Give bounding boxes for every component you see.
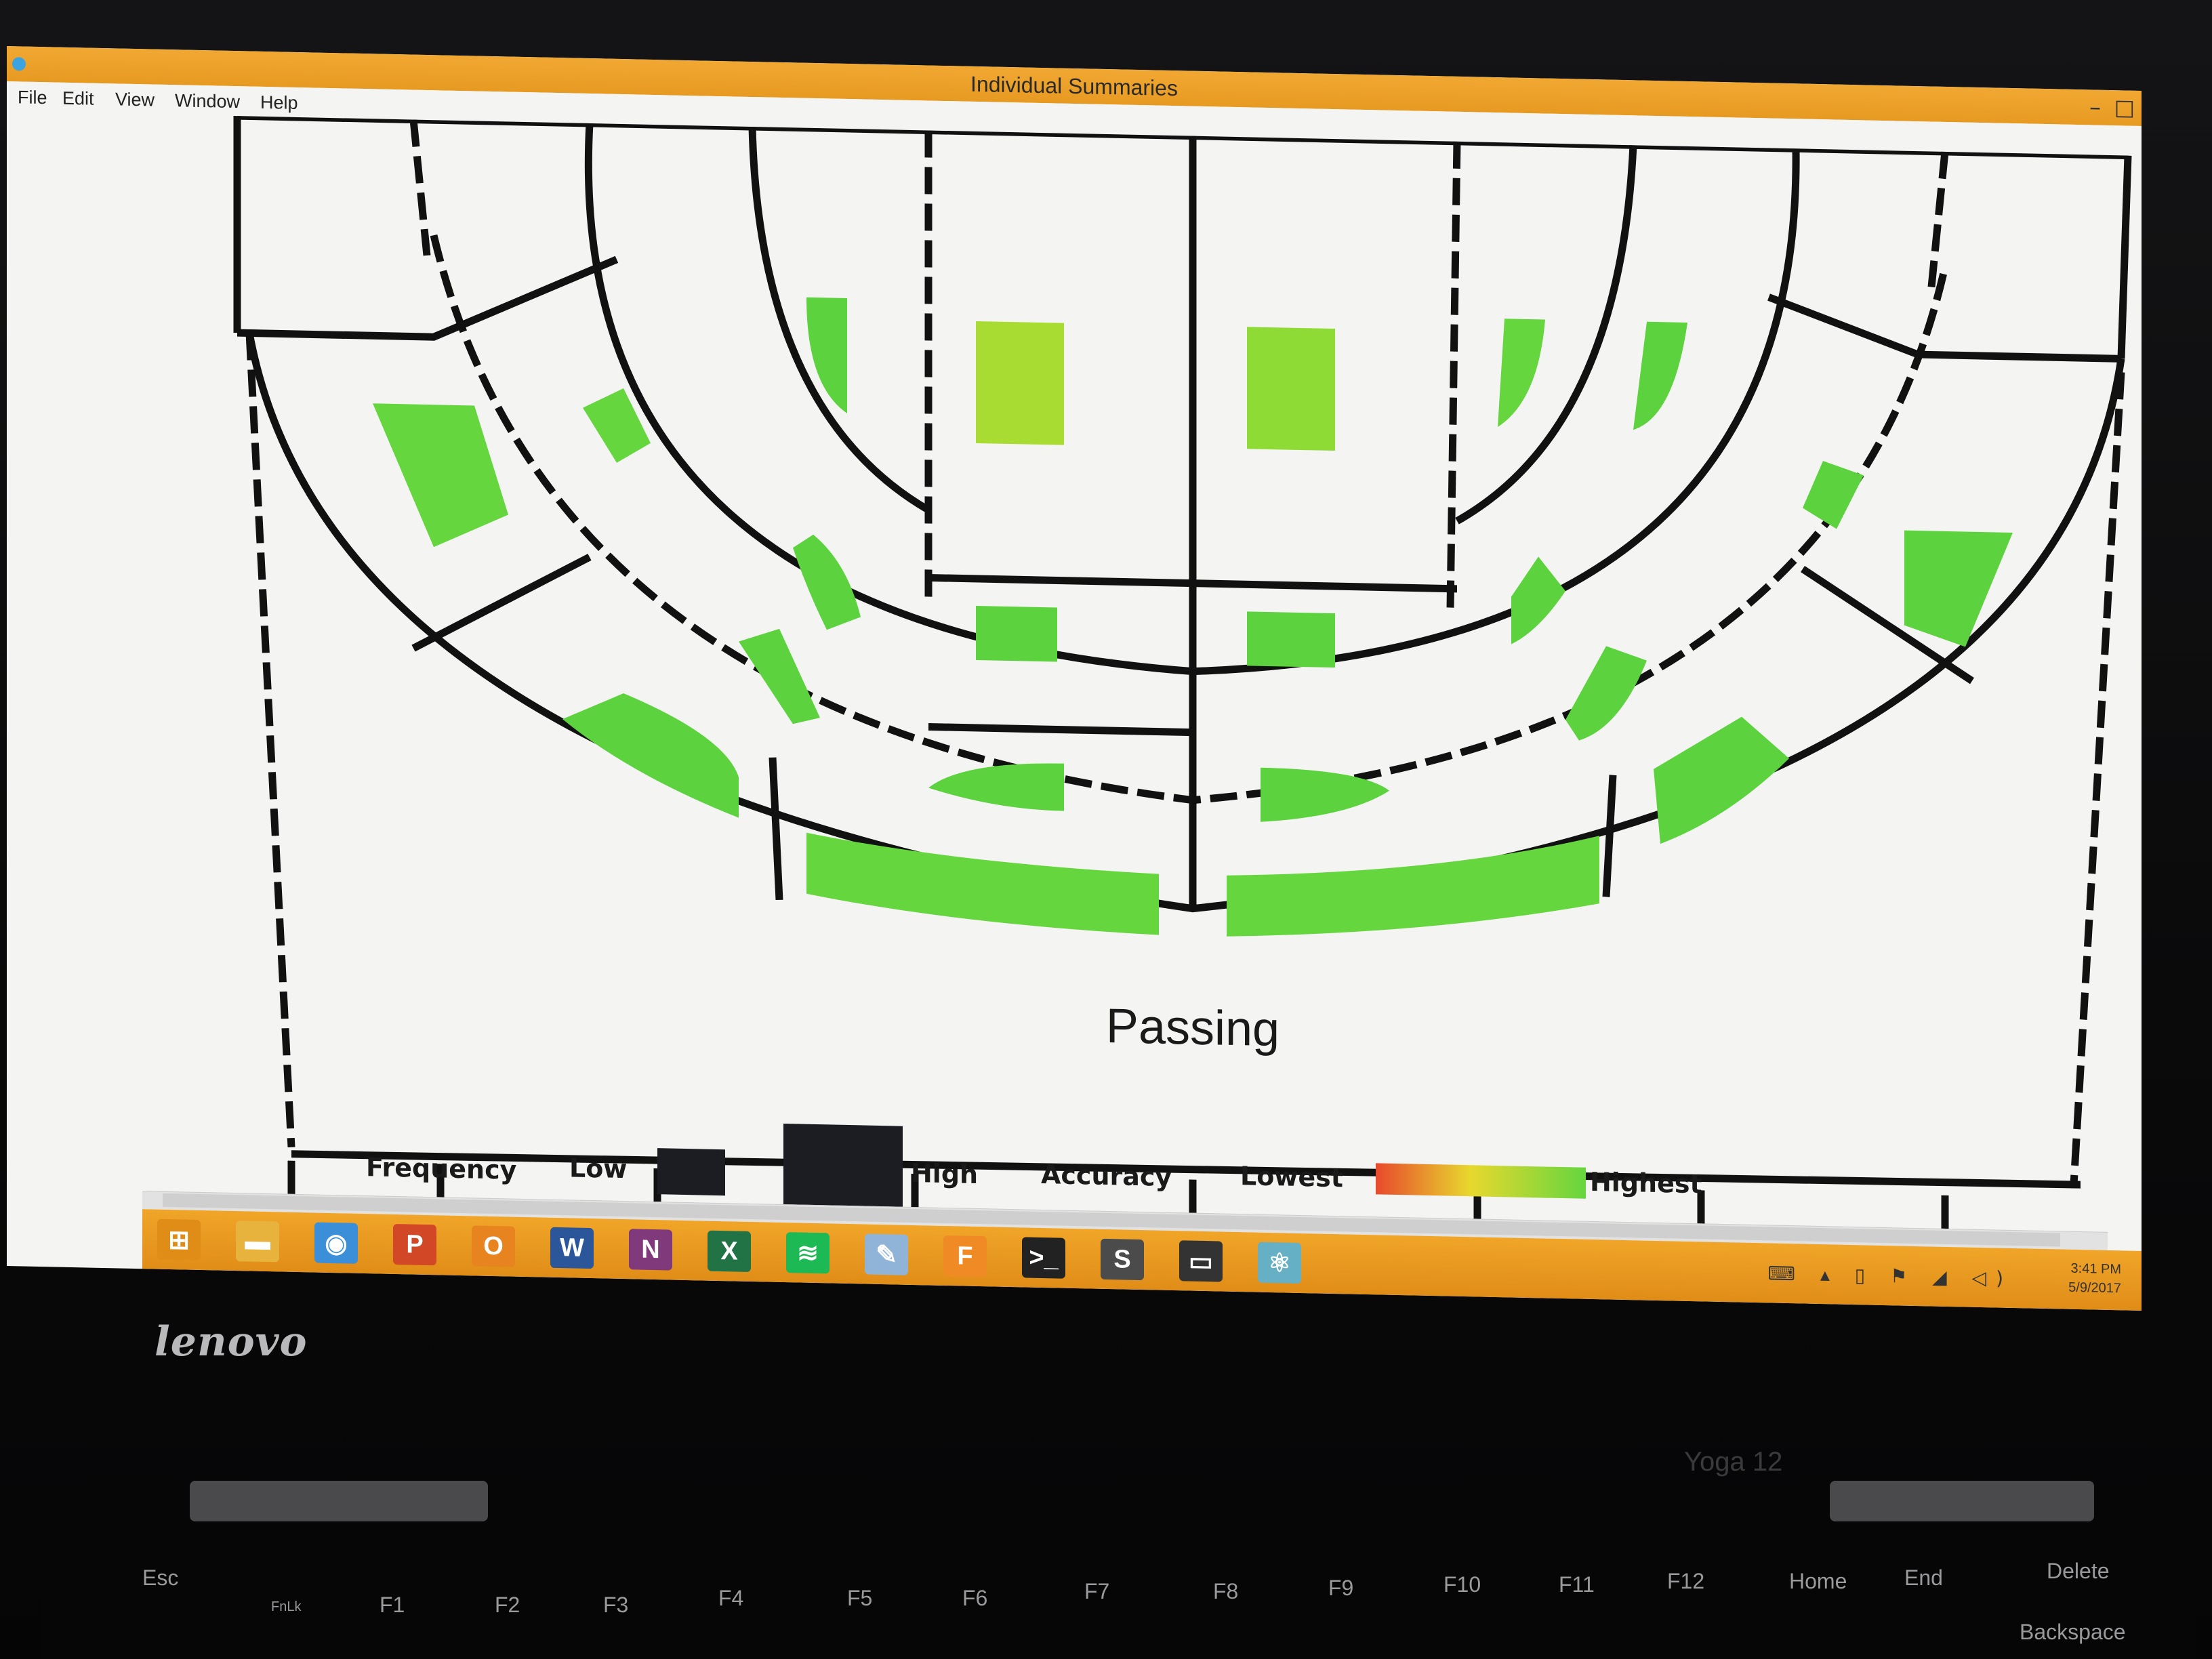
low-left-line (928, 722, 1193, 737)
legend-low-label: Low (569, 1153, 627, 1184)
zone-right-mid-arc (1565, 646, 1647, 741)
zone-center-right-mid (1247, 611, 1335, 668)
right-upper-diag (1767, 293, 2121, 363)
powerpoint-icon[interactable]: P (393, 1223, 436, 1266)
menu-window[interactable]: Window (175, 90, 240, 112)
chrome-icon[interactable]: ◉ (314, 1222, 358, 1264)
keyboard: Esc FnLk F1 F2 F3 F4 F5 F6 F7 F8 F9 F10 F11 F12 Home En… (41, 1538, 2196, 1659)
key-f12[interactable]: F12 (1667, 1569, 1704, 1594)
zone-right-wing-upper (1904, 530, 2013, 647)
zone-center-left-top (976, 321, 1064, 445)
key-end[interactable]: End (1904, 1565, 1943, 1591)
zone-left-lower-arc (562, 693, 739, 818)
key-f8[interactable]: F8 (1213, 1579, 1238, 1604)
legend-accuracy-label: Accuracy (1041, 1160, 1172, 1192)
minimize-button[interactable]: – (2089, 94, 2101, 121)
legend-lowest-label: Lowest (1240, 1161, 1343, 1193)
menu-view[interactable]: View (115, 89, 155, 110)
key-home[interactable]: Home (1789, 1569, 1847, 1594)
clock-date: 5/9/2017 (2068, 1279, 2121, 1296)
menu-help[interactable]: Help (260, 92, 298, 114)
zone-right-slot-arc-top-2 (1633, 321, 1687, 430)
court-bottom-line (291, 1150, 2081, 1189)
key-f4[interactable]: F4 (718, 1586, 743, 1611)
key-f5[interactable]: F5 (847, 1586, 872, 1611)
zone-left-wing-upper (373, 403, 508, 548)
spotify-icon[interactable]: ≋ (786, 1232, 830, 1274)
clock[interactable]: 3:41 PM 5/9/2017 (2068, 1259, 2121, 1298)
maximize-button[interactable]: □ (2114, 94, 2135, 121)
band-right-divider (1602, 775, 1617, 897)
word-icon[interactable]: W (550, 1227, 594, 1269)
zone-left-bottom-band (806, 832, 1159, 935)
zone-center-left-mid (976, 605, 1057, 662)
paint-right-line (1446, 141, 1461, 609)
left-lower-diag (411, 554, 592, 652)
console-icon[interactable]: ▭ (1179, 1240, 1223, 1282)
zone-center-left-low (928, 763, 1064, 811)
zone-right-slot-upper (1803, 461, 1864, 529)
laptop-model-label: Yoga 12 (1684, 1447, 1783, 1477)
zone-right-inner-arc (1511, 556, 1565, 644)
legend-frequency-label: Frequency (366, 1152, 517, 1185)
windows-start-icon[interactable]: ⊞ (157, 1218, 201, 1261)
key-f7[interactable]: F7 (1084, 1579, 1109, 1604)
hinge-left (190, 1481, 488, 1521)
key-delete[interactable]: Delete (2047, 1559, 2110, 1584)
chart-title: Passing (1106, 999, 1279, 1057)
terminal-icon[interactable]: >_ (1022, 1237, 1065, 1279)
atom-icon[interactable]: ⚛ (1258, 1242, 1301, 1284)
zone-left-mid-arc (739, 628, 820, 724)
key-f1[interactable]: F1 (380, 1593, 405, 1618)
lane-line-1 (409, 119, 431, 256)
key-f2[interactable]: F2 (495, 1593, 520, 1618)
f-app-icon[interactable]: F (943, 1235, 987, 1277)
key-f9[interactable]: F9 (1328, 1576, 1353, 1601)
zone-left-inner-arc (793, 534, 861, 630)
legend-high-label: High (911, 1158, 978, 1189)
onenote-icon[interactable]: N (629, 1229, 672, 1271)
passing-heatmap: Passing Frequency Low High Accuracy Lowe… (233, 112, 2132, 1237)
notepad-icon[interactable]: ✎ (865, 1233, 908, 1275)
court-lines (233, 112, 2132, 1237)
lane-line-2 (1927, 151, 1949, 288)
laptop-brand-logo: lenovo (155, 1318, 308, 1366)
key-esc[interactable]: Esc (142, 1565, 178, 1591)
lane-arc-right (1455, 144, 1637, 525)
sublime-icon[interactable]: S (1101, 1238, 1144, 1281)
legend-accuracy-gradient (1376, 1163, 1586, 1199)
left-upper-diag (237, 255, 619, 341)
key-f3[interactable]: F3 (603, 1593, 628, 1618)
key-backspace[interactable]: Backspace (2020, 1620, 2126, 1645)
zone-right-slot-arc-top (1498, 319, 1545, 428)
system-tray-icons[interactable]: ⌨ ▴ ▯ ⚑ ◢ ◁) (1768, 1262, 2013, 1290)
zone-right-lower-arc (1654, 716, 1789, 844)
outlook-icon[interactable]: O (472, 1225, 515, 1267)
key-fnlk[interactable]: FnLk (271, 1599, 301, 1615)
excel-icon[interactable]: X (708, 1230, 751, 1272)
key-f10[interactable]: F10 (1443, 1572, 1481, 1597)
legend-low-swatch (657, 1148, 725, 1196)
court-right-top-line (2117, 155, 2132, 359)
menu-edit[interactable]: Edit (62, 88, 94, 110)
legend-high-swatch (783, 1124, 903, 1214)
menu-file[interactable]: File (18, 87, 47, 108)
screen: Individual Summaries – □ File Edit View … (7, 46, 2142, 1311)
legend-highest-label: Highest (1590, 1167, 1702, 1199)
band-left-divider (769, 757, 783, 901)
zone-center-right-top (1247, 327, 1335, 451)
key-f6[interactable]: F6 (962, 1586, 987, 1611)
chart-canvas: Passing Frequency Low High Accuracy Lowe… (210, 112, 2142, 1267)
clock-time: 3:41 PM (2070, 1261, 2121, 1277)
three-point-arc (245, 332, 2125, 913)
key-f11[interactable]: F11 (1559, 1572, 1595, 1597)
file-explorer-icon[interactable]: ▬ (236, 1221, 279, 1263)
hinge-right (1830, 1481, 2094, 1521)
